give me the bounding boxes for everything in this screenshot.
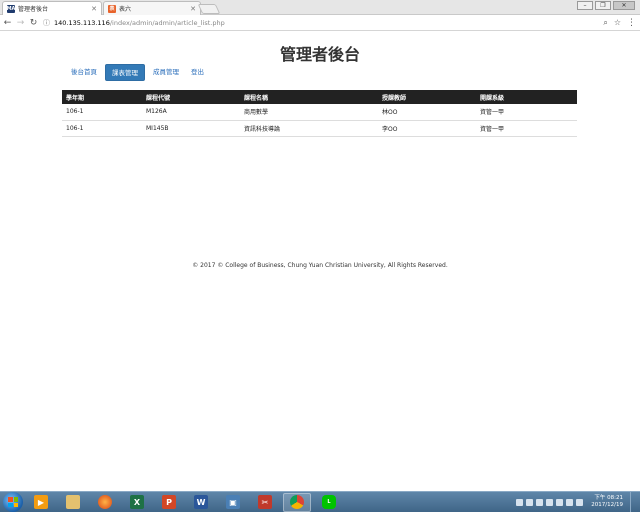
tray-app-icon[interactable] [536, 498, 544, 506]
page-info-icon[interactable]: ⓘ [43, 18, 50, 28]
address-bar[interactable]: ⓘ 140.135.113.116/index/admin/admin/arti… [43, 16, 621, 29]
clock-date: 2017/12/19 [591, 502, 623, 508]
browser-tab-admin[interactable]: MA 管理者後台 ✕ [2, 1, 102, 15]
taskbar-file-explorer[interactable] [59, 493, 87, 512]
nav-logout-link[interactable]: 登出 [185, 64, 210, 81]
line-chat-icon: L [322, 495, 336, 509]
tray-app-icon[interactable] [546, 498, 554, 506]
windows-logo-icon [8, 497, 18, 507]
taskbar-snipping-tool[interactable]: ✂ [251, 493, 279, 512]
browser-tab-table6[interactable]: 表 表六 ✕ [103, 1, 201, 15]
zoom-search-icon[interactable]: ⌕ [603, 18, 607, 28]
firefox-icon [98, 495, 112, 509]
col-semester: 學年期 [62, 90, 142, 104]
admin-nav: 後台首頁 課表管理 成員管理 登出 [65, 64, 210, 81]
close-window-button[interactable]: ✕ [613, 1, 635, 10]
cell-teacher: 李OO [378, 120, 476, 137]
cell-department: 資管一甲 [476, 104, 577, 121]
cell-course-code: MI145B [142, 120, 240, 137]
help-icon[interactable] [556, 498, 564, 506]
tab-title: 管理者後台 [18, 6, 49, 13]
site-favicon-icon: MA [6, 4, 16, 13]
tray-app-icon[interactable] [526, 498, 534, 506]
taskbar-line[interactable]: L [315, 493, 343, 512]
scissors-icon: ✂ [258, 495, 272, 509]
system-tray: 下午 08:21 2017/12/19 [516, 491, 640, 512]
clock-time: 下午 08:21 [594, 495, 623, 501]
minimize-window-button[interactable]: – [577, 1, 593, 10]
folder-icon [66, 495, 80, 509]
cell-course-name: 商用數學 [240, 104, 378, 121]
cell-semester: 106-1 [62, 104, 142, 121]
word-icon: W [194, 495, 208, 509]
forward-arrow-icon[interactable]: → [15, 16, 26, 30]
cell-semester: 106-1 [62, 120, 142, 137]
tab-title: 表六 [119, 6, 132, 13]
nav-course-management-link[interactable]: 課表管理 [105, 64, 145, 81]
course-table: 學年期 課程代號 課程名稱 授課教師 開課系級 106-1 M126A 商用數學… [62, 90, 577, 137]
browser-menu-icon[interactable]: ⋮ [627, 18, 636, 28]
tab-close-icon[interactable]: ✕ [91, 5, 97, 13]
network-computer-icon: ▣ [226, 495, 240, 509]
taskbar-network-app[interactable]: ▣ [219, 493, 247, 512]
table-row: 106-1 MI145B 資訊科技導論 李OO 資管一甲 [62, 120, 577, 137]
taskbar-chrome[interactable] [283, 492, 311, 512]
powerpoint-icon: P [162, 495, 176, 509]
cell-course-name: 資訊科技導論 [240, 120, 378, 137]
col-course-name: 課程名稱 [240, 90, 378, 104]
taskbar-excel[interactable]: X [123, 493, 151, 512]
start-button[interactable] [3, 492, 23, 512]
volume-icon[interactable] [576, 498, 584, 506]
cell-department: 資管一甲 [476, 120, 577, 137]
excel-icon: X [130, 495, 144, 509]
col-department: 開課系級 [476, 90, 577, 104]
maximize-window-button[interactable]: ❐ [595, 1, 611, 10]
page-title: 管理者後台 [279, 45, 360, 64]
taskbar-powerpoint[interactable]: P [155, 493, 183, 512]
network-icon[interactable] [566, 498, 574, 506]
reload-icon[interactable]: ↻ [28, 16, 39, 30]
media-player-icon: ▶ [34, 495, 48, 509]
page-footer: © 2017 © College of Business, Chung Yuan… [192, 262, 448, 269]
url-path: /index/admin/admin/article_list.php [109, 18, 225, 27]
browser-toolbar: ← → ↻ ⓘ 140.135.113.116/index/admin/admi… [0, 15, 640, 31]
browser-tab-strip: MA 管理者後台 ✕ 表 表六 ✕ – ❐ ✕ [0, 0, 640, 15]
taskbar-clock[interactable]: 下午 08:21 2017/12/19 [591, 495, 623, 509]
site-favicon-icon: 表 [108, 4, 116, 13]
col-teacher: 授課教師 [378, 90, 476, 104]
col-course-code: 課程代號 [142, 90, 240, 104]
cell-course-code: M126A [142, 104, 240, 121]
tray-app-icon[interactable] [516, 498, 524, 506]
url-host: 140.135.113.116 [54, 18, 110, 27]
chrome-icon [290, 495, 304, 509]
table-header-row: 學年期 課程代號 課程名稱 授課教師 開課系級 [62, 90, 577, 104]
bookmark-star-icon[interactable]: ☆ [614, 18, 621, 28]
nav-home-link[interactable]: 後台首頁 [65, 64, 103, 81]
new-tab-button[interactable] [197, 4, 221, 14]
table-row: 106-1 M126A 商用數學 林OO 資管一甲 [62, 104, 577, 121]
windows-taskbar: ▶ X P W ▣ ✂ L 下午 08:21 2017/12/19 [0, 491, 640, 512]
nav-member-management-link[interactable]: 成員管理 [147, 64, 185, 81]
taskbar-media-player[interactable]: ▶ [27, 493, 55, 512]
taskbar-word[interactable]: W [187, 493, 215, 512]
taskbar-firefox[interactable] [91, 493, 119, 512]
back-arrow-icon[interactable]: ← [2, 16, 13, 30]
tab-close-icon[interactable]: ✕ [190, 5, 196, 13]
cell-teacher: 林OO [378, 104, 476, 121]
show-desktop-button[interactable] [630, 491, 636, 512]
